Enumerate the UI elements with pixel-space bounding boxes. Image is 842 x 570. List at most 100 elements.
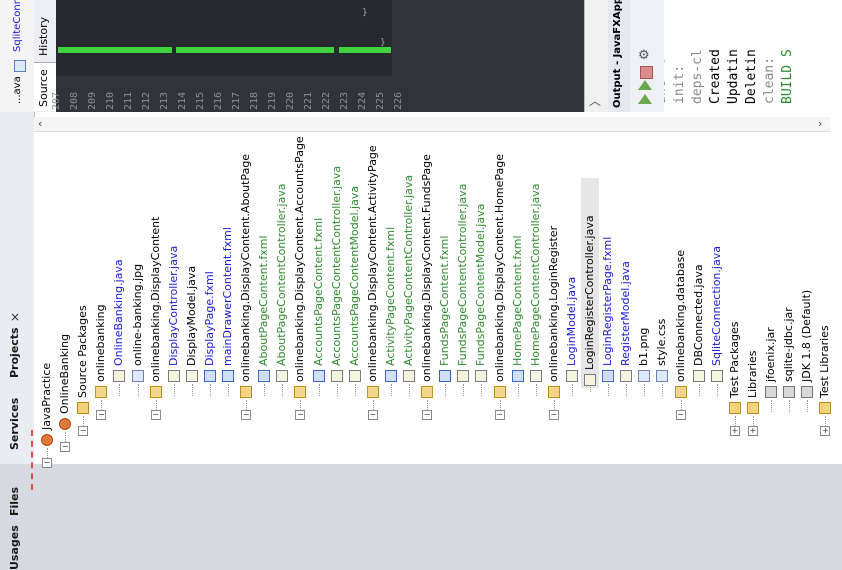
editor-left-margin: ...ava SqliteConn [0,0,35,112]
scroll-right-icon[interactable]: › [818,117,822,130]
tree-node[interactable]: HomePageContentController.java [527,132,545,464]
tree-node[interactable]: OnlineBanking.java [110,132,128,464]
tree-node[interactable]: + Test Packages [726,132,744,464]
expand-toggle-icon[interactable]: − [548,410,559,420]
code-highlight-bar [58,47,172,53]
tree-node[interactable]: − onlinebanking.DisplayContent.FundsPage [418,132,436,464]
tree-node[interactable]: − onlinebanking.DisplayContent.AboutPage [237,132,255,464]
output-text-area[interactable]: ant -f init: deps-cl Created Updatin Deletin c… [664,0,842,112]
scroll-up-icon[interactable]: ︿ [589,92,603,108]
tree-node[interactable]: − OnlineBanking [56,132,74,464]
tree-node[interactable]: LoginModel.java [563,132,581,464]
expand-toggle-icon[interactable]: − [422,410,433,420]
expand-toggle-icon[interactable]: + [729,426,740,436]
tree-node[interactable]: − onlinebanking.DisplayContent.ActivityPa… [364,132,382,464]
output-line: ant -f [664,57,669,104]
output-line: Deletin [744,49,759,104]
tree-node[interactable]: sqlite-jdbc.jar [780,132,798,464]
expand-toggle-icon[interactable]: + [820,426,831,436]
expand-toggle-icon[interactable]: − [241,410,252,420]
tree-node[interactable]: LoginRegisterPage.fxml [599,132,617,464]
tree-node[interactable]: AboutPageContentController.java [273,132,291,464]
fxml-file-icon [222,370,234,382]
expand-toggle-icon[interactable]: − [675,410,686,420]
tree-node[interactable]: HomePageContent.fxml [509,132,527,464]
close-icon[interactable]: × [10,310,20,324]
java-file-icon [710,370,723,382]
output-toolbar: ⚙ [630,0,665,112]
tree-node[interactable]: ActivityPageContent.fxml [382,132,400,464]
settings-icon[interactable]: ⚙ [638,48,650,63]
tab-services[interactable]: Services [8,398,21,450]
fxml-file-icon [384,370,397,382]
tree-node[interactable]: − onlinebanking.DisplayContent [147,132,165,464]
tree-node[interactable]: mainDrawerContent.fxml [219,132,237,464]
tree-node-label: onlinebanking.DisplayContent.AboutPage [239,153,253,382]
tree-node[interactable]: − onlinebanking [92,132,110,464]
tree-node[interactable]: b1.png [635,132,653,464]
tree-node-label: LoginRegisterController.java [583,215,596,370]
stop-icon[interactable] [640,66,653,79]
expand-toggle-icon[interactable]: − [42,458,52,468]
tree-node-label: onlinebanking.database [673,249,687,382]
tree-node[interactable]: AccountsPageContent.fxml [310,132,328,464]
css-file-icon [656,370,669,382]
tree-node[interactable]: DBConnected.java [690,132,708,464]
tree-node[interactable]: online-banking.jpg [129,132,147,464]
scroll-left-icon[interactable]: ‹ [38,117,42,130]
tree-node[interactable]: + Libraries [744,132,762,464]
java-file-icon [529,370,542,382]
tree-node[interactable]: JDK 1.8 (Default) [798,132,816,464]
tree-node[interactable]: − onlinebanking.DisplayContent.HomePage [491,132,509,464]
tree-connector [282,384,284,396]
tree-node[interactable]: LoginRegisterController.java [581,178,599,392]
tree-node[interactable]: FundsPageContentModel.java [472,132,490,464]
output-title-tab[interactable]: Output - JavaFXApp [608,0,631,112]
tree-connector [481,384,483,396]
tree-node-label: mainDrawerContent.fxml [221,227,234,366]
expand-toggle-icon[interactable]: − [367,410,378,420]
rerun-with-params-icon[interactable] [638,80,652,90]
tree-node[interactable]: FundsPageContentController.java [454,132,472,464]
tab-files[interactable]: Files [8,487,21,516]
java-file-icon [276,370,289,382]
file-tab-sqliteconn[interactable]: SqliteConn [12,0,23,52]
tab-usages[interactable]: Usages [8,525,21,570]
expand-toggle-icon[interactable]: − [78,426,89,436]
tree-node[interactable]: DisplayController.java [165,132,183,464]
tab-projects[interactable]: Projects [8,327,21,378]
tree-node[interactable]: SqliteConnection.java [708,132,726,464]
expand-toggle-icon[interactable]: − [96,410,107,420]
tree-node[interactable]: − Source Packages [74,132,92,464]
tab-history[interactable]: History [34,0,56,60]
expand-toggle-icon[interactable]: − [150,410,161,420]
tree-node[interactable]: − onlinebanking.LoginRegister [545,132,563,464]
expand-toggle-icon[interactable]: − [295,410,306,420]
editor-scrollbar[interactable]: ︿ [584,0,609,112]
tree-node[interactable]: + Test Libraries [816,132,834,464]
tree-node[interactable]: RegisterModel.java [617,132,635,464]
tree-node[interactable]: DisplayModel.java [183,132,201,464]
tree-node[interactable]: − JavaPractice [38,132,56,468]
tree-node[interactable]: − onlinebanking.DisplayContent.AccountsPa… [291,132,309,464]
horizontal-scrollbar[interactable]: ‹ › [34,117,830,132]
tree-node-label: onlinebanking.DisplayContent.AccountsPag… [293,136,307,382]
code-highlight-bar [176,47,334,53]
tree-node[interactable]: AboutPageContent.fxml [255,132,273,464]
rerun-icon[interactable] [638,94,652,104]
code-area[interactable]: } } [56,0,392,76]
tree-node[interactable]: − onlinebanking.database [672,132,690,464]
tree-node-label: AboutPageContent.fxml [257,235,271,366]
tree-node[interactable]: DisplayPage.fxml [201,132,219,464]
tree-node[interactable]: style.css [653,132,671,464]
expand-toggle-icon[interactable]: + [747,426,758,436]
tree-node[interactable]: AccountsPageContentModel.java [346,132,364,464]
brace-mark: } [380,38,386,48]
tree-node[interactable]: ActivityPageContentController.java [400,132,418,464]
tree-node[interactable]: AccountsPageContentController.java [328,132,346,464]
package-icon [294,386,307,398]
expand-toggle-icon[interactable]: − [494,410,505,420]
tree-node[interactable]: FundsPageContent.fxml [436,132,454,464]
tree-node[interactable]: jfoenix.jar [762,132,780,464]
expand-toggle-icon[interactable]: − [60,442,71,452]
